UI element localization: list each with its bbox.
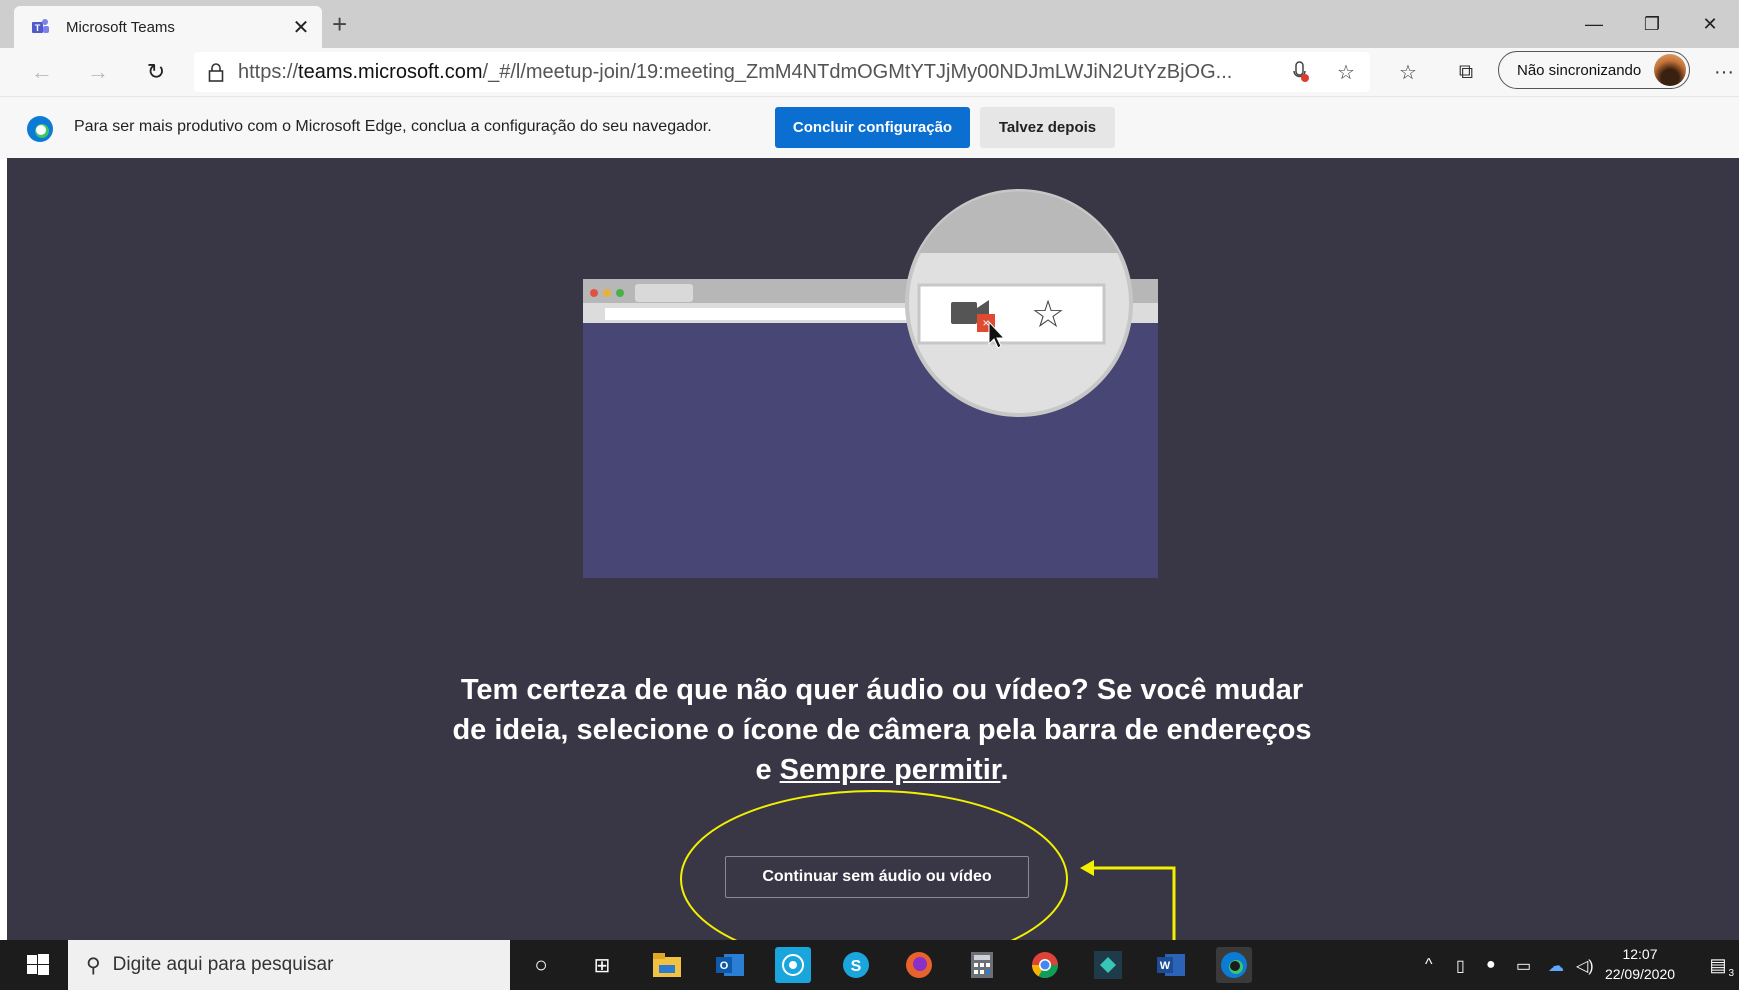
svg-text:O: O <box>720 960 729 972</box>
url-text: https://teams.microsoft.com/_#/l/meetup-… <box>238 60 1233 83</box>
tab-bar: T Microsoft Teams ✕ + — ❐ ✕ <box>0 0 1739 48</box>
close-tab-icon[interactable]: ✕ <box>286 15 316 40</box>
taskbar-search[interactable]: ⚲ Digite aqui para pesquisar <box>68 940 510 990</box>
edge-icon <box>26 115 54 148</box>
edge-setup-infobar: Para ser mais produtivo com o Microsoft … <box>0 96 1739 159</box>
notification-icon[interactable]: ▤ 3 <box>1700 947 1736 983</box>
browser-illustration: × ☆ <box>583 189 1158 578</box>
collections-icon[interactable]: ⧉ <box>1452 58 1480 86</box>
browser-tab[interactable]: T Microsoft Teams ✕ <box>14 6 322 48</box>
security-icon[interactable]: ● <box>1486 956 1496 974</box>
always-allow-link: Sempre permitir <box>779 754 1001 786</box>
maybe-later-button[interactable]: Talvez depois <box>980 107 1115 148</box>
task-view-icon[interactable]: ⊞ <box>584 947 620 983</box>
onedrive-icon[interactable]: ☁ <box>1548 956 1564 976</box>
back-icon[interactable]: ← <box>26 56 58 88</box>
windows-start-icon[interactable] <box>20 947 56 983</box>
svg-text:T: T <box>35 23 41 33</box>
teams-permission-panel: × ☆ Tem certeza de que não quer áudio ou… <box>7 158 1739 940</box>
edge-taskbar-icon[interactable] <box>1216 947 1252 983</box>
sync-label: Não sincronizando <box>1517 61 1642 79</box>
cortana-icon[interactable]: ○ <box>523 947 559 983</box>
continue-without-av-button[interactable]: Continuar sem áudio ou vídeo <box>725 856 1029 898</box>
permission-message: Tem certeza de que não quer áudio ou víd… <box>452 674 1312 786</box>
avatar <box>1654 54 1686 86</box>
network-icon[interactable]: ▭ <box>1516 956 1531 976</box>
show-hidden-icons[interactable]: ^ <box>1425 956 1433 974</box>
minimize-button[interactable]: — <box>1565 0 1623 48</box>
svg-text:W: W <box>1160 960 1171 972</box>
outlook-icon[interactable]: O <box>712 947 748 983</box>
favorites-icon[interactable]: ☆ <box>1394 58 1422 86</box>
windows-taskbar: ⚲ Digite aqui para pesquisar ○ ⊞ O S W ^… <box>0 940 1739 990</box>
svg-text:×: × <box>982 316 989 330</box>
calculator-icon[interactable] <box>964 947 1000 983</box>
clock-time: 12:07 <box>1622 946 1658 962</box>
firefox-icon[interactable] <box>901 947 937 983</box>
usb-icon[interactable]: ▯ <box>1456 956 1465 976</box>
file-explorer-icon[interactable] <box>649 947 685 983</box>
more-menu-icon[interactable]: ··· <box>1710 58 1738 86</box>
chrome-icon[interactable] <box>1027 947 1063 983</box>
notification-count: 3 <box>1728 968 1734 979</box>
finish-setup-button[interactable]: Concluir configuração <box>775 107 970 148</box>
refresh-icon[interactable]: ↻ <box>140 56 172 88</box>
profile-sync-button[interactable]: Não sincronizando <box>1498 51 1690 89</box>
address-bar[interactable]: https://teams.microsoft.com/_#/l/meetup-… <box>194 52 1370 92</box>
window-controls: — ❐ ✕ <box>1565 0 1739 48</box>
svg-text:S: S <box>851 958 862 975</box>
star-icon[interactable]: ☆ <box>1332 58 1360 86</box>
mic-blocked-icon[interactable] <box>1287 58 1315 86</box>
browser-toolbar: ← → ↻ https://teams.microsoft.com/_#/l/m… <box>0 48 1739 96</box>
tab-title: Microsoft Teams <box>66 18 175 36</box>
word-icon[interactable]: W <box>1153 947 1189 983</box>
search-icon: ⚲ <box>86 954 101 977</box>
teams-icon: T <box>30 17 50 37</box>
volume-icon[interactable]: ◁) <box>1576 956 1594 976</box>
kodi-icon[interactable] <box>1090 947 1126 983</box>
whatsapp-icon[interactable] <box>775 947 811 983</box>
close-window-button[interactable]: ✕ <box>1681 0 1739 48</box>
new-tab-button[interactable]: + <box>332 10 347 38</box>
infobar-text: Para ser mais produtivo com o Microsoft … <box>74 118 712 135</box>
star-illustration-icon: ☆ <box>1031 292 1065 336</box>
search-placeholder: Digite aqui para pesquisar <box>112 954 334 975</box>
restore-button[interactable]: ❐ <box>1623 0 1681 48</box>
forward-icon[interactable]: → <box>82 56 114 88</box>
lock-icon <box>208 62 224 82</box>
skype-icon[interactable]: S <box>838 947 874 983</box>
clock-date: 22/09/2020 <box>1604 966 1676 982</box>
taskbar-clock[interactable]: 12:07 22/09/2020 <box>1600 944 1680 984</box>
